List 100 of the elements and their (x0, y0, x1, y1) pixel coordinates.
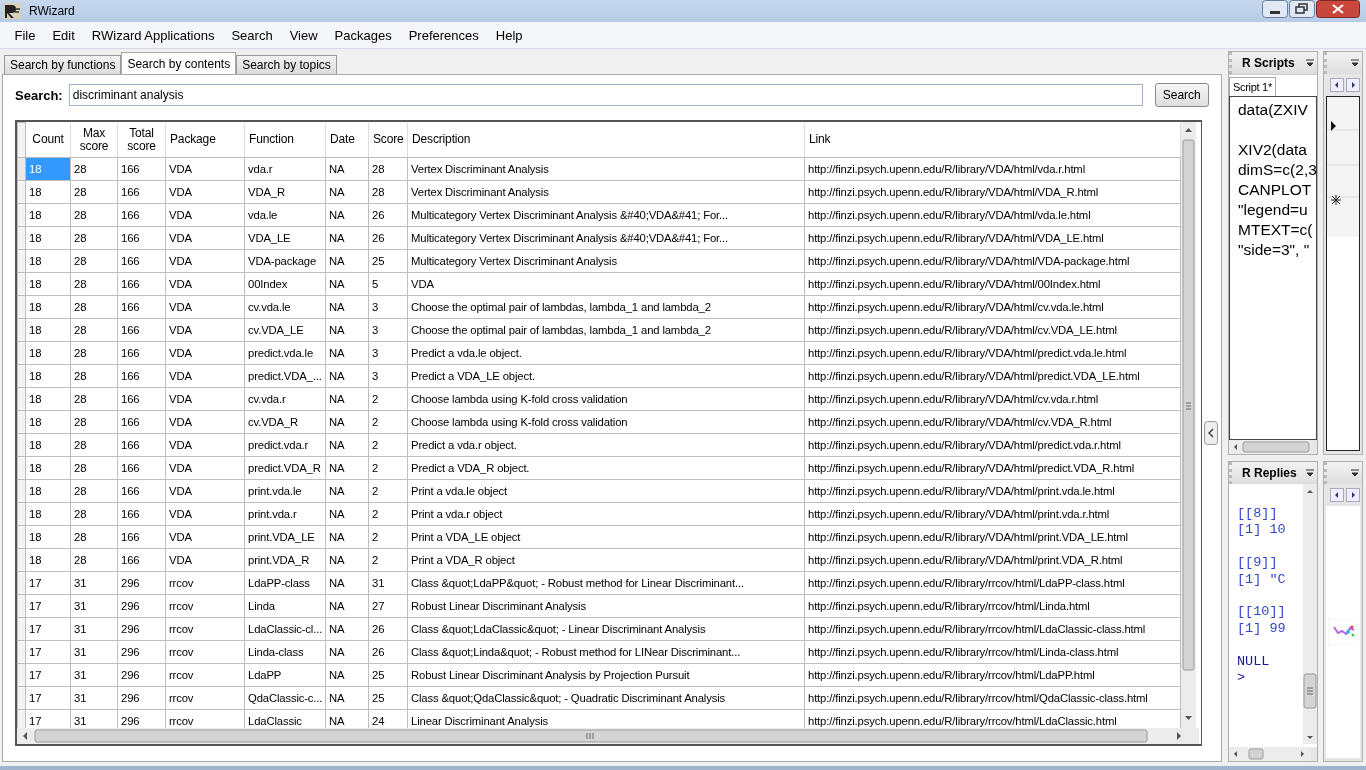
table-cell: 166 (117, 226, 166, 250)
menu-item[interactable]: Edit (43, 27, 84, 43)
table-cell: http://finzi.psych.upenn.edu/R/library/VDA/html/print.VDA_LE.html (804, 525, 1181, 549)
table-cell: Class &quot;LdaClassic&quot; - Linear Discriminant Analysis (407, 617, 805, 641)
table-cell: NA (325, 433, 369, 457)
column-header[interactable]: Package (165, 122, 245, 158)
table-cell: 17 (25, 571, 71, 595)
table-cell: 296 (117, 686, 166, 710)
table-cell: 2 (368, 456, 408, 480)
table-cell: 2 (368, 502, 408, 526)
search-field[interactable]: discriminant analysis (68, 84, 1143, 106)
table-cell: 28 (70, 548, 118, 572)
table-cell: VDA (165, 249, 245, 273)
table-cell: http://finzi.psych.upenn.edu/R/library/VDA/html/print.vda.le.html (804, 479, 1181, 503)
table-cell: Multicategory Vertex Discriminant Analysis &#40;VDA&#41; For... (407, 226, 805, 250)
column-header[interactable]: Function (244, 122, 326, 158)
code-editor[interactable]: data(ZXIV XIV2(data dimS=c(2,3 CANPLOT "legend=u MTEXT=c( "side=3", " (1229, 96, 1317, 440)
code-line: CANPLOT (1238, 180, 1313, 200)
column-header[interactable]: Description (407, 122, 805, 158)
table-cell: 27 (368, 594, 408, 618)
table-cell: VDA (165, 456, 245, 480)
table-cell: 18 (25, 410, 71, 434)
menu-item[interactable]: View (281, 27, 327, 43)
code-line: data(ZXIV (1238, 100, 1309, 120)
table-cell: 18 (25, 433, 71, 457)
table-cell: NA (325, 456, 369, 480)
table-cell: 18 (25, 548, 71, 572)
table-cell: 296 (117, 571, 166, 595)
table-cell: 166 (117, 479, 166, 503)
table-cell: Choose lambda using K-fold cross validation (407, 387, 805, 411)
table-cell: Robust Linear Discriminant Analysis (407, 594, 805, 618)
table-cell: 28 (70, 249, 118, 273)
table-cell: 296 (117, 640, 166, 664)
table-cell: predict.VDA_R (244, 456, 326, 480)
table-cell: 28 (70, 525, 118, 549)
table-cell: Vertex Discriminant Analysis (407, 180, 805, 204)
table-cell: 28 (70, 387, 118, 411)
menu-item[interactable]: Preferences (400, 27, 488, 43)
table-cell: 18 (25, 203, 71, 227)
table-cell: LdaPP (244, 663, 326, 687)
table-cell: 28 (368, 157, 408, 181)
table-cell: Print a VDA_LE object (407, 525, 805, 549)
search-button[interactable]: Search (1154, 83, 1209, 107)
table-cell: Predict a vda.le object. (407, 341, 805, 365)
table-cell: VDA_R (244, 180, 326, 204)
table-cell: 28 (70, 456, 118, 480)
menu-item[interactable]: File (6, 27, 44, 43)
column-header[interactable]: Link (804, 122, 1181, 158)
table-cell: VDA (407, 272, 805, 296)
table-cell: http://finzi.psych.upenn.edu/R/library/VDA/html/vda.r.html (804, 157, 1181, 181)
table-cell: 28 (70, 203, 118, 227)
column-header[interactable]: Score (368, 122, 408, 158)
table-cell: 3 (368, 318, 408, 342)
console-line: [[10]] (1237, 604, 1287, 621)
table-cell: Multicategory Vertex Discriminant Analysis (407, 249, 805, 273)
table-cell: print.VDA_R (244, 548, 326, 572)
table-cell: 18 (25, 387, 71, 411)
console-line: [1] 99 (1237, 620, 1287, 638)
tab[interactable]: Search by contents (121, 52, 237, 74)
column-header[interactable]: Date (325, 122, 369, 158)
tab[interactable]: Search by topics (236, 55, 337, 74)
table-cell: http://finzi.psych.upenn.edu/R/library/VDA/html/cv.vda.le.html (804, 295, 1181, 319)
menu-item[interactable]: RWizard Applications (83, 27, 223, 43)
table-cell: 2 (368, 410, 408, 434)
column-header[interactable]: Total score (117, 122, 166, 158)
table-cell: cv.vda.le (244, 295, 326, 319)
table-cell: Print a vda.le object (407, 479, 805, 503)
table-cell: http://finzi.psych.upenn.edu/R/library/VDA/html/cv.VDA_R.html (804, 410, 1181, 434)
table-cell: 296 (117, 663, 166, 687)
column-header[interactable]: Max score (70, 122, 118, 158)
table-cell: NA (325, 249, 369, 273)
tab[interactable]: Search by functions (4, 55, 122, 74)
menu-item[interactable]: Help (487, 27, 532, 43)
table-cell: 28 (70, 364, 118, 388)
table-cell: LdaClassic-cl... (244, 617, 326, 641)
table-cell: cv.VDA_LE (244, 318, 326, 342)
table-cell: 3 (368, 364, 408, 388)
table-cell: rrcov (165, 617, 245, 641)
table-cell: NA (325, 548, 369, 572)
table-cell: http://finzi.psych.upenn.edu/R/library/rrcov/html/LdaPP.html (804, 663, 1181, 687)
table-cell: http://finzi.psych.upenn.edu/R/library/rrcov/html/LdaClassic-class.html (804, 617, 1181, 641)
table-cell: QdaClassic-c... (244, 686, 326, 710)
table-cell: 166 (117, 249, 166, 273)
console-line: > (1237, 670, 1247, 687)
menu-item[interactable]: Packages (326, 27, 401, 43)
table-cell: http://finzi.psych.upenn.edu/R/library/VDA/html/VDA-package.html (804, 249, 1181, 273)
column-header[interactable]: Count (25, 122, 71, 158)
menu-item[interactable]: Search (222, 27, 282, 43)
table-cell: print.VDA_LE (244, 525, 326, 549)
table-cell: VDA (165, 479, 245, 503)
table-cell: Class &quot;LdaPP&quot; - Robust method for Linear Discriminant... (407, 571, 805, 595)
table-cell: 2 (368, 479, 408, 503)
table-cell: vda.le (244, 203, 326, 227)
table-cell: http://finzi.psych.upenn.edu/R/library/VDA/html/predict.vda.le.html (804, 341, 1181, 365)
panel-title: R Scripts (1242, 56, 1295, 70)
table-cell: 18 (25, 226, 71, 250)
script-tab[interactable]: Script 1* (1229, 77, 1276, 96)
table-cell: 28 (70, 433, 118, 457)
console-line: [1] 10 (1237, 522, 1287, 539)
table-cell: 2 (368, 433, 408, 457)
